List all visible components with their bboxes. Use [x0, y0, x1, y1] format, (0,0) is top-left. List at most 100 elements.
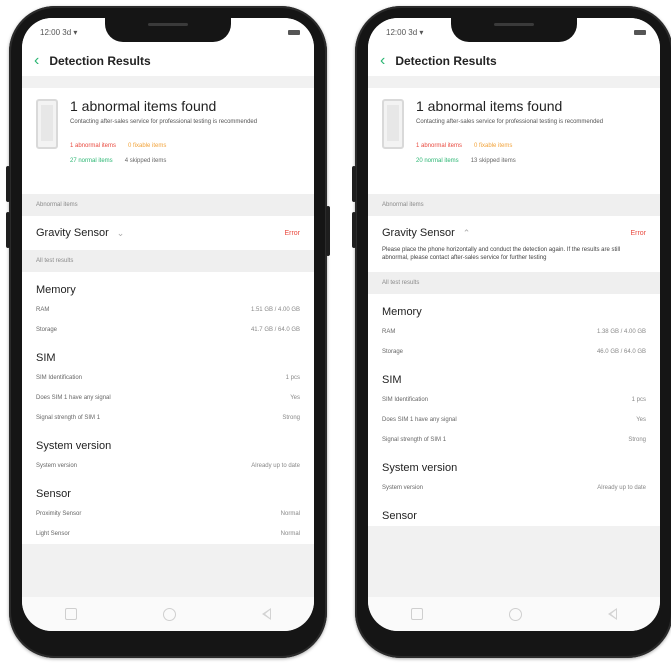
- back-chevron-icon[interactable]: ‹: [380, 53, 385, 69]
- result-value: Strong: [628, 437, 646, 443]
- group-title: Sensor: [36, 488, 71, 500]
- result-label: Signal strength of SIM 1: [382, 437, 447, 443]
- recent-apps-icon[interactable]: [411, 608, 423, 620]
- error-status: Error: [630, 229, 646, 237]
- page-title: Detection Results: [49, 54, 151, 68]
- phone-right: 12:00 3d ▾ ‹ Detection Results 1 abnorma…: [352, 6, 671, 658]
- group-title: SIM: [382, 374, 402, 386]
- result-value: 46.0 GB / 64.0 GB: [596, 349, 646, 355]
- stats-row: 1 abnormal items 0 fixable items: [416, 143, 512, 149]
- group-title: System version: [382, 462, 458, 474]
- stats-row: 20 normal items 13 skipped items: [416, 158, 516, 164]
- abnormal-item-gravity-sensor[interactable]: Gravity Sensor ⌃ Error: [382, 216, 646, 250]
- abnormal-item-label: Gravity Sensor: [36, 227, 109, 239]
- result-row: Signal strength of SIM 1 Strong: [36, 408, 300, 428]
- result-label: RAM: [36, 307, 50, 313]
- result-label: Signal strength of SIM 1: [36, 415, 101, 421]
- result-label: Proximity Sensor: [36, 511, 82, 517]
- phone-illustration-icon: [382, 99, 404, 149]
- volume-button: [352, 166, 356, 202]
- skipped-count: 13 skipped items: [470, 158, 516, 164]
- result-value: Normal: [280, 531, 300, 537]
- result-row: System version Already up to date: [36, 456, 300, 476]
- speaker: [148, 23, 188, 26]
- result-label: SIM Identification: [382, 397, 429, 403]
- volume-button: [6, 212, 10, 248]
- result-group-system-version: System version System version Already up …: [382, 450, 646, 498]
- abnormal-item-gravity-sensor[interactable]: Gravity Sensor ⌄ Error: [36, 216, 300, 250]
- status-time: 12:00 3d ▾: [386, 27, 424, 37]
- abnormal-item-label: Gravity Sensor: [382, 227, 455, 239]
- back-triangle-icon[interactable]: [262, 608, 271, 620]
- result-label: SIM Identification: [36, 375, 83, 381]
- back-chevron-icon[interactable]: ‹: [34, 53, 39, 69]
- volume-button: [352, 212, 356, 248]
- abnormal-count: 1 abnormal items: [416, 143, 463, 149]
- result-row: System version Already up to date: [382, 478, 646, 498]
- error-status: Error: [284, 229, 300, 237]
- result-row: RAM 1.38 GB / 4.00 GB: [382, 322, 646, 342]
- abnormal-items-list: Gravity Sensor ⌄ Error: [22, 216, 314, 250]
- result-row: Signal strength of SIM 1 Strong: [382, 430, 646, 450]
- navigation-bar: [368, 597, 660, 631]
- result-label: Does SIM 1 have any signal: [382, 417, 457, 423]
- summary-headline: 1 abnormal items found: [416, 98, 563, 114]
- result-value: 1 pcs: [285, 375, 300, 381]
- result-value: Already up to date: [597, 485, 646, 491]
- result-row: RAM 1.51 GB / 4.00 GB: [36, 300, 300, 320]
- results-list: Memory RAM 1.38 GB / 4.00 GB Storage 46.0 …: [368, 294, 660, 526]
- result-value: Yes: [636, 417, 646, 423]
- result-value: Normal: [280, 511, 300, 517]
- recent-apps-icon[interactable]: [65, 608, 77, 620]
- summary-card: 1 abnormal items found Contacting after-…: [368, 88, 660, 194]
- battery-icon: [634, 29, 646, 35]
- group-title: Sensor: [382, 510, 417, 522]
- summary-card: 1 abnormal items found Contacting after-…: [22, 88, 314, 194]
- summary-headline: 1 abnormal items found: [70, 98, 217, 114]
- abnormal-items-header: Abnormal items: [22, 194, 314, 216]
- summary-description: Contacting after-sales service for profe…: [416, 119, 604, 125]
- result-group-memory: Memory RAM 1.51 GB / 4.00 GB Storage 41.7 …: [36, 272, 300, 340]
- home-icon[interactable]: [163, 607, 176, 621]
- home-icon[interactable]: [509, 607, 522, 621]
- group-title: Memory: [36, 284, 76, 296]
- result-label: RAM: [382, 329, 396, 335]
- volume-button: [6, 166, 10, 202]
- result-group-sensor: Sensor: [382, 498, 646, 526]
- abnormal-count: 1 abnormal items: [70, 143, 117, 149]
- chevron-down-icon[interactable]: ⌄: [117, 228, 125, 239]
- all-results-header: All test results: [368, 272, 660, 294]
- abnormal-item-description: Please place the phone horizontally and …: [382, 247, 621, 261]
- back-triangle-icon[interactable]: [608, 608, 617, 620]
- result-label: Light Sensor: [36, 531, 70, 537]
- chevron-up-icon[interactable]: ⌃: [463, 228, 471, 239]
- stats-row: 1 abnormal items 0 fixable items: [70, 143, 166, 149]
- screen: 12:00 3d ▾ ‹ Detection Results 1 abnorma…: [22, 18, 314, 631]
- result-label: System version: [36, 463, 78, 469]
- result-row: Does SIM 1 have any signal Yes: [36, 388, 300, 408]
- result-value: Yes: [290, 395, 300, 401]
- group-title: System version: [36, 440, 112, 452]
- result-value: 1.51 GB / 4.00 GB: [250, 307, 300, 313]
- fixable-count: 0 fixable items: [128, 143, 167, 149]
- group-title: SIM: [36, 352, 56, 364]
- all-results-header: All test results: [22, 250, 314, 272]
- result-value: Already up to date: [251, 463, 300, 469]
- speaker: [494, 23, 534, 26]
- result-group-sensor: Sensor Proximity Sensor Normal Light Sens…: [36, 476, 300, 544]
- battery-icon: [288, 29, 300, 35]
- stats-row: 27 normal items 4 skipped items: [70, 158, 166, 164]
- result-group-memory: Memory RAM 1.38 GB / 4.00 GB Storage 46.0 …: [382, 294, 646, 362]
- notch: [451, 18, 577, 42]
- result-group-sim: SIM SIM Identification 1 pcs Does SIM 1 h…: [382, 362, 646, 450]
- navigation-bar: [22, 597, 314, 631]
- skipped-count: 4 skipped items: [124, 158, 167, 164]
- title-bar: ‹ Detection Results: [368, 46, 660, 76]
- result-row: Storage 46.0 GB / 64.0 GB: [382, 342, 646, 362]
- phone-left: 12:00 3d ▾ ‹ Detection Results 1 abnorma…: [6, 6, 330, 658]
- result-value: 1 pcs: [631, 397, 646, 403]
- result-group-sim: SIM SIM Identification 1 pcs Does SIM 1 h…: [36, 340, 300, 428]
- result-label: Does SIM 1 have any signal: [36, 395, 111, 401]
- group-title: Memory: [382, 306, 422, 318]
- result-label: Storage: [36, 327, 58, 333]
